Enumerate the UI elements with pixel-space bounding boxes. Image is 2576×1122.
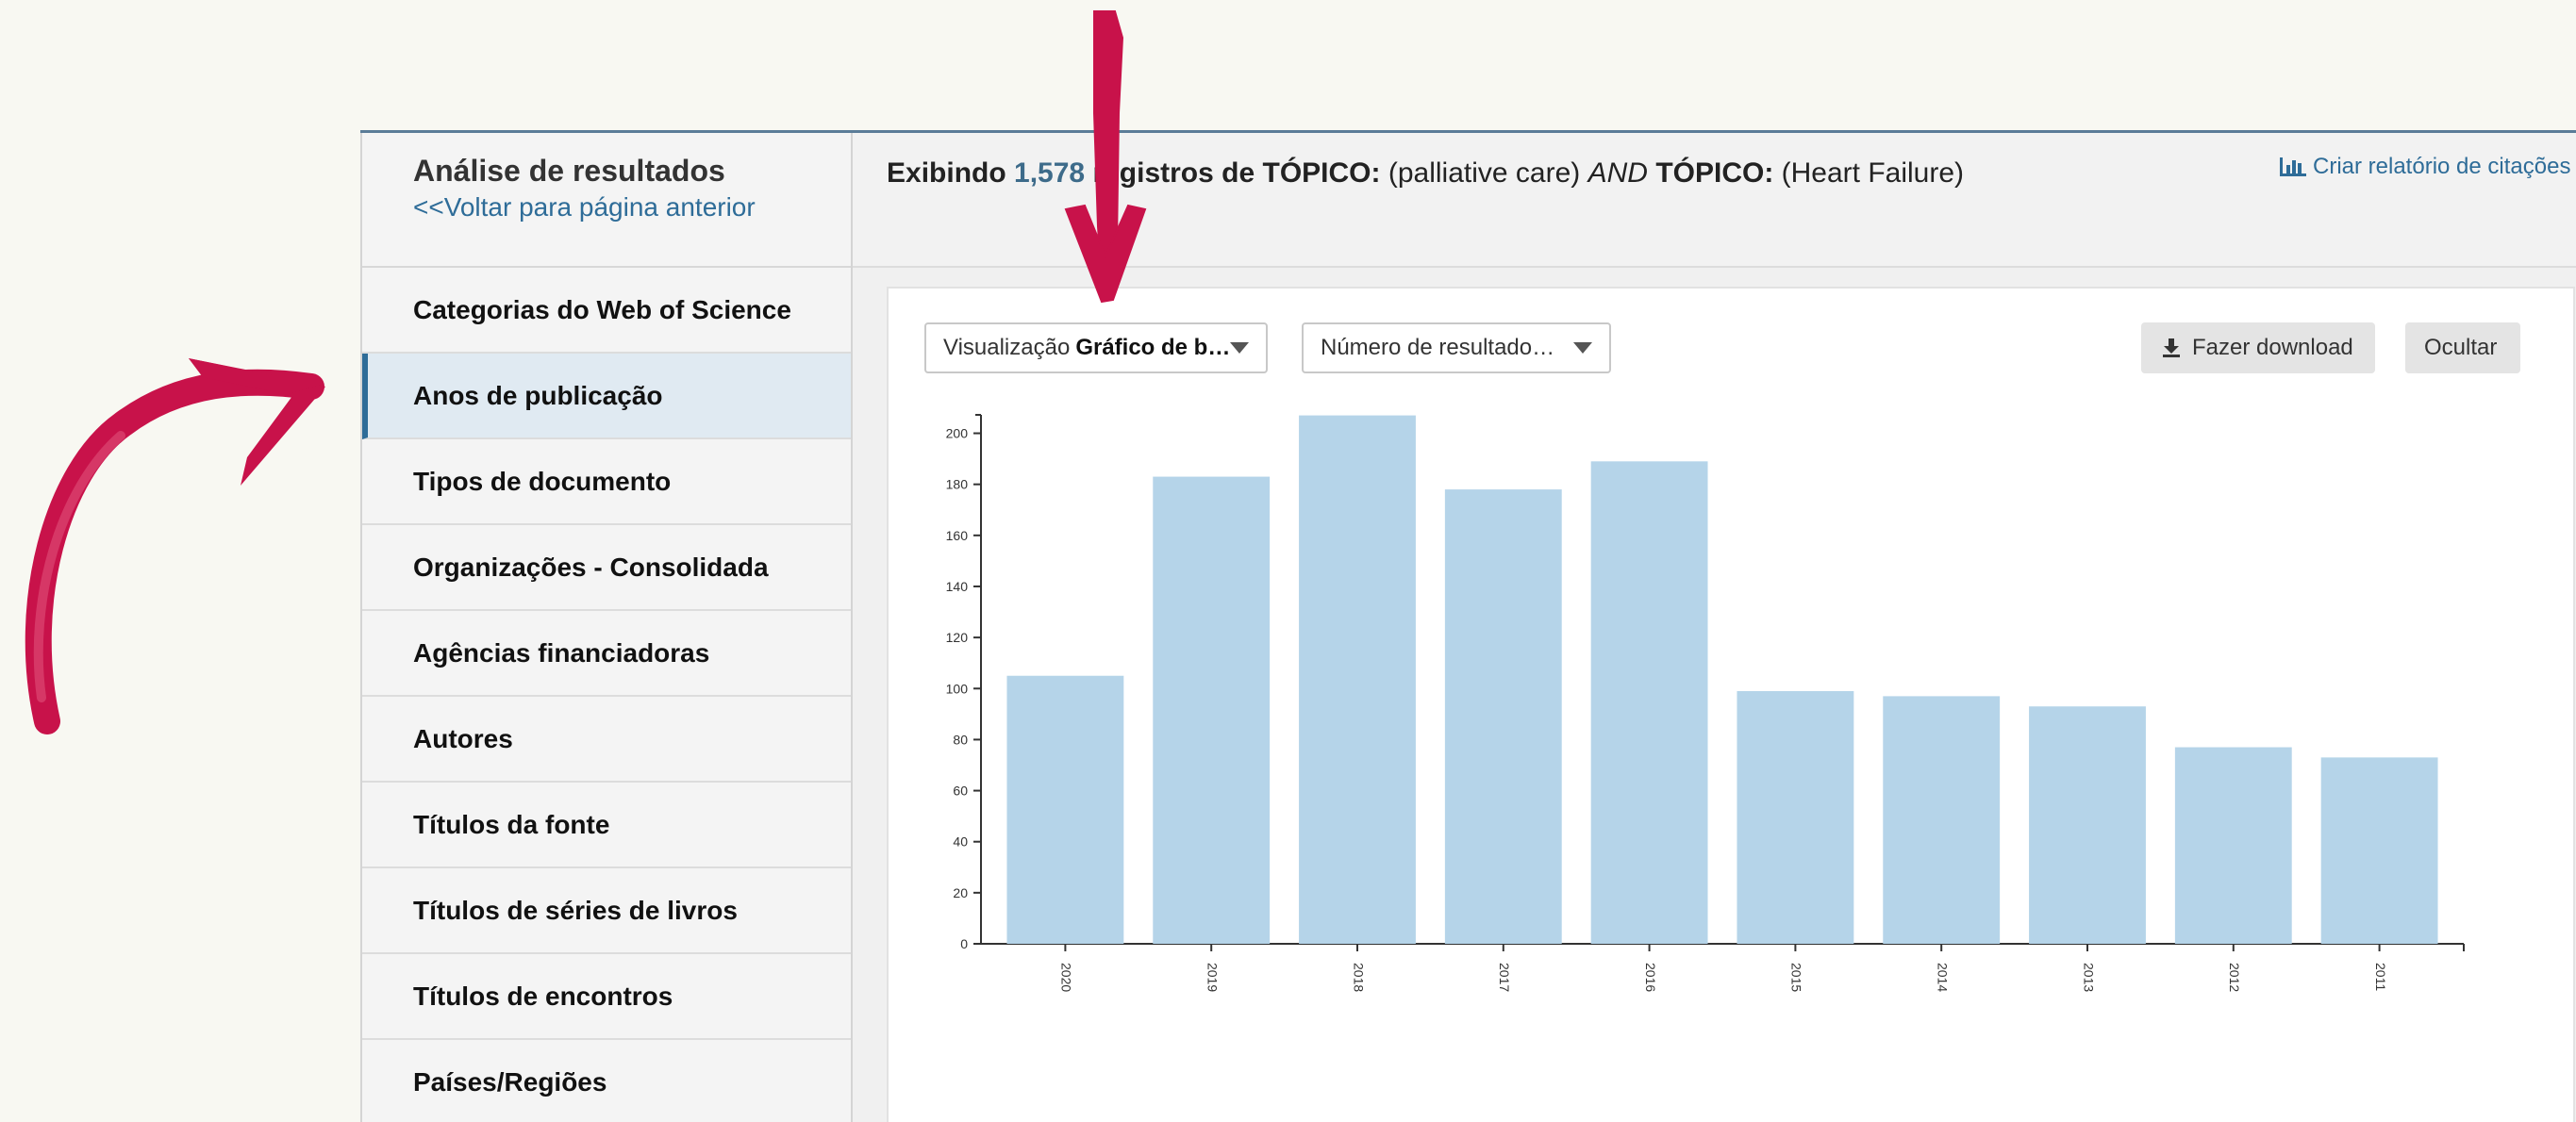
sidebar-item-funding-agencies[interactable]: Agências financiadoras (362, 611, 851, 697)
sidebar: Análise de resultados <<Voltar para pági… (360, 133, 853, 1122)
y-tick-label: 0 (960, 936, 968, 951)
sidebar-item-label: Títulos de séries de livros (413, 895, 738, 925)
sidebar-item-conference-titles[interactable]: Títulos de encontros (362, 954, 851, 1040)
annotation-curved-arrow-head-icon (189, 358, 325, 486)
results-count-select[interactable]: Número de resultado… (1302, 322, 1611, 373)
sidebar-item-label: Agências financiadoras (413, 637, 710, 668)
results-analysis-app: Análise de resultados <<Voltar para pági… (360, 130, 2576, 1122)
sidebar-item-label: Organizações - Consolidada (413, 552, 769, 582)
x-tick-label: 2020 (1059, 963, 1074, 992)
y-tick-label: 100 (946, 681, 969, 696)
y-tick-label: 80 (953, 732, 968, 747)
y-tick-label: 180 (946, 477, 969, 492)
sidebar-item-source-titles[interactable]: Títulos da fonte (362, 783, 851, 868)
bar-chart-icon (2280, 157, 2306, 176)
topic2-value: (Heart Failure) (1781, 157, 1965, 189)
download-button-label: Fazer download (2192, 335, 2353, 360)
citation-report-link[interactable]: Criar relatório de citações (2279, 154, 2570, 180)
x-tick-label: 2014 (1935, 963, 1950, 992)
chevron-down-icon (1573, 342, 1592, 354)
query-summary-bar: Exibindo 1,578 registros de TÓPICO: (pal… (853, 133, 2576, 268)
bar-2020 (1006, 675, 1124, 944)
y-tick-label: 120 (946, 630, 969, 645)
results-suffix: registros de (1092, 157, 1255, 189)
topic1-label: TÓPICO: (1262, 157, 1381, 189)
publication-years-bar-chart: 0 20 40 60 80 100 120 140 160 180 200 2020 2019 2018 2… (946, 414, 2465, 992)
main-content: Exibindo 1,578 registros de TÓPICO: (pal… (853, 133, 2576, 1122)
topic1-value: (palliative care) (1388, 157, 1581, 189)
bar-2011 (2320, 757, 2438, 944)
bar-2017 (1444, 489, 1562, 944)
y-tick-label: 140 (946, 579, 969, 594)
sidebar-item-authors[interactable]: Autores (362, 697, 851, 783)
sidebar-item-label: Títulos de encontros (413, 981, 673, 1011)
hide-button-label: Ocultar (2424, 335, 2498, 360)
sidebar-item-label: Tipos de documento (413, 466, 672, 496)
bar-2012 (2174, 747, 2292, 944)
x-tick-label: 2017 (1497, 963, 1512, 992)
sidebar-item-publication-years[interactable]: Anos de publicação (362, 354, 851, 439)
y-tick-label: 200 (946, 426, 969, 441)
x-tick-label: 2012 (2227, 963, 2242, 992)
x-tick-label: 2013 (2081, 963, 2096, 992)
bar-2018 (1299, 415, 1416, 945)
back-link[interactable]: <<Voltar para página anterior (413, 192, 851, 223)
visualization-value: Gráfico de b… (1075, 335, 1231, 360)
sidebar-item-label: Países/Regiões (413, 1066, 607, 1097)
results-count-select-value: Número de resultado… (1321, 335, 1555, 360)
x-tick-label: 2016 (1643, 963, 1658, 992)
results-count: 1,578 (1014, 157, 1086, 189)
citation-report-label: Criar relatório de citações (2313, 154, 2571, 179)
sidebar-item-label: Autores (413, 723, 513, 753)
sidebar-item-document-types[interactable]: Tipos de documento (362, 439, 851, 525)
sidebar-title: Análise de resultados (413, 154, 725, 188)
x-tick-label: 2019 (1205, 963, 1220, 992)
annotation-curved-arrow-icon (25, 369, 324, 734)
bar-2014 (1883, 696, 2001, 944)
chevron-down-icon (1230, 342, 1249, 354)
sidebar-item-label: Anos de publicação (413, 380, 663, 410)
query-operator: AND (1587, 157, 1648, 189)
download-icon (2163, 338, 2180, 357)
visualization-select[interactable]: Visualização Gráfico de b… (924, 322, 1268, 373)
topic2-label: TÓPICO: (1655, 157, 1774, 189)
hide-button[interactable]: Ocultar (2405, 322, 2520, 373)
sidebar-item-label: Títulos da fonte (413, 809, 610, 839)
results-prefix: Exibindo (887, 157, 1006, 189)
sidebar-item-organizations[interactable]: Organizações - Consolidada (362, 525, 851, 611)
x-tick-label: 2011 (2373, 963, 2388, 991)
sidebar-item-web-of-science-categories[interactable]: Categorias do Web of Science (362, 268, 851, 354)
y-tick-label: 20 (953, 885, 968, 900)
visualization-prefix: Visualização (943, 335, 1071, 360)
sidebar-header: Análise de resultados <<Voltar para pági… (362, 133, 851, 268)
x-tick-label: 2015 (1789, 963, 1804, 992)
bar-2013 (2029, 706, 2146, 944)
chart-panel: Visualização Gráfico de b… Número de res… (887, 287, 2575, 1122)
bar-2016 (1590, 461, 1708, 944)
bar-2015 (1737, 690, 1854, 944)
sidebar-item-label: Categorias do Web of Science (413, 294, 791, 324)
y-tick-label: 160 (946, 528, 969, 543)
sidebar-item-book-series-titles[interactable]: Títulos de séries de livros (362, 868, 851, 954)
y-tick-label: 40 (953, 834, 968, 850)
x-tick-label: 2018 (1351, 963, 1366, 992)
y-tick-label: 60 (953, 784, 968, 799)
bar-2019 (1153, 476, 1271, 944)
download-button[interactable]: Fazer download (2141, 322, 2375, 373)
sidebar-item-countries-regions[interactable]: Países/Regiões (362, 1040, 851, 1122)
